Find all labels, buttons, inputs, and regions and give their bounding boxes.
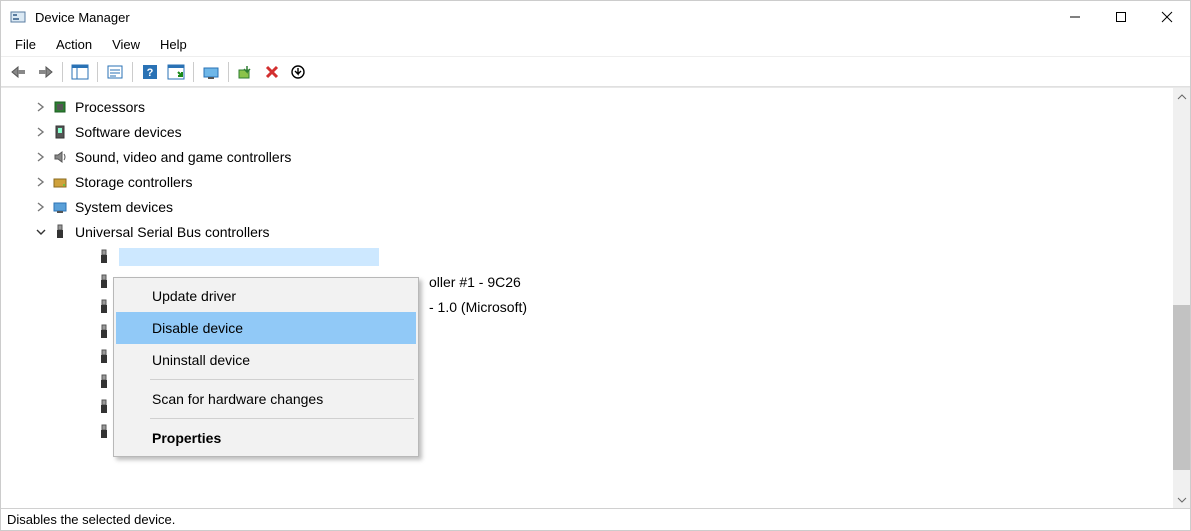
tree-node-label: Processors bbox=[75, 99, 145, 115]
scroll-up-icon[interactable] bbox=[1173, 88, 1190, 105]
status-text: Disables the selected device. bbox=[7, 512, 175, 527]
ctx-item-label: Update driver bbox=[152, 288, 236, 304]
svg-text:?: ? bbox=[147, 67, 154, 79]
chevron-right-icon[interactable] bbox=[33, 149, 49, 165]
ctx-item-label: Uninstall device bbox=[152, 352, 250, 368]
scan-hardware-button[interactable] bbox=[234, 60, 258, 84]
uninstall-button[interactable] bbox=[260, 60, 284, 84]
tree-node-storage[interactable]: Storage controllers bbox=[5, 169, 1169, 194]
window-title: Device Manager bbox=[35, 10, 1052, 25]
storage-icon bbox=[51, 173, 69, 191]
update-driver-button[interactable] bbox=[199, 60, 223, 84]
usb-icon bbox=[95, 323, 113, 341]
ctx-gutter bbox=[116, 422, 146, 454]
scroll-thumb[interactable] bbox=[1173, 305, 1190, 470]
ctx-separator bbox=[150, 418, 414, 419]
tree-node-sound[interactable]: Sound, video and game controllers bbox=[5, 144, 1169, 169]
usb-icon bbox=[95, 398, 113, 416]
vertical-scrollbar[interactable] bbox=[1173, 88, 1190, 508]
ctx-scan-hardware[interactable]: Scan for hardware changes bbox=[116, 383, 416, 415]
back-button[interactable] bbox=[7, 60, 31, 84]
tree-node-label bbox=[119, 248, 379, 266]
usb-icon bbox=[95, 298, 113, 316]
toolbar: ? bbox=[1, 57, 1190, 87]
tree-node-usb-controllers[interactable]: Universal Serial Bus controllers bbox=[5, 219, 1169, 244]
menu-view[interactable]: View bbox=[102, 35, 150, 54]
scroll-track[interactable] bbox=[1173, 105, 1190, 491]
tree-node-label: Software devices bbox=[75, 124, 182, 140]
ctx-properties[interactable]: Properties bbox=[116, 422, 416, 454]
software-device-icon bbox=[51, 123, 69, 141]
menu-file[interactable]: File bbox=[5, 35, 46, 54]
sound-icon bbox=[51, 148, 69, 166]
tree-node-label: Sound, video and game controllers bbox=[75, 149, 291, 165]
ctx-item-label: Disable device bbox=[152, 320, 243, 336]
help-button[interactable]: ? bbox=[138, 60, 162, 84]
toolbar-separator bbox=[97, 62, 98, 82]
statusbar: Disables the selected device. bbox=[1, 508, 1190, 530]
forward-button[interactable] bbox=[33, 60, 57, 84]
usb-icon bbox=[95, 423, 113, 441]
toolbar-separator bbox=[62, 62, 63, 82]
ctx-gutter bbox=[116, 383, 146, 415]
usb-icon bbox=[95, 348, 113, 366]
chevron-right-icon[interactable] bbox=[33, 124, 49, 140]
ctx-separator bbox=[150, 379, 414, 380]
menu-help[interactable]: Help bbox=[150, 35, 197, 54]
usb-icon bbox=[95, 248, 113, 266]
chevron-down-icon[interactable] bbox=[33, 224, 49, 240]
tree-node-label: System devices bbox=[75, 199, 173, 215]
ctx-item-label: Scan for hardware changes bbox=[152, 391, 323, 407]
tree-node-processors[interactable]: Processors bbox=[5, 94, 1169, 119]
toolbar-separator bbox=[228, 62, 229, 82]
show-hide-tree-button[interactable] bbox=[68, 60, 92, 84]
menubar: File Action View Help bbox=[1, 33, 1190, 57]
menu-action[interactable]: Action bbox=[46, 35, 102, 54]
properties-button[interactable] bbox=[103, 60, 127, 84]
ctx-gutter bbox=[116, 344, 146, 376]
toolbar-separator bbox=[193, 62, 194, 82]
usb-icon bbox=[95, 373, 113, 391]
tree-node-usb-device[interactable] bbox=[5, 244, 1169, 269]
tree-node-label: Universal Serial Bus controllers bbox=[75, 224, 270, 240]
tree-node-system-devices[interactable]: System devices bbox=[5, 194, 1169, 219]
usb-icon bbox=[95, 273, 113, 291]
context-menu: Update driver Disable device Uninstall d… bbox=[113, 277, 419, 457]
window-controls bbox=[1052, 1, 1190, 33]
chevron-right-icon[interactable] bbox=[33, 174, 49, 190]
cpu-icon bbox=[51, 98, 69, 116]
app-icon bbox=[9, 8, 27, 26]
system-device-icon bbox=[51, 198, 69, 216]
ctx-update-driver[interactable]: Update driver bbox=[116, 280, 416, 312]
chevron-right-icon[interactable] bbox=[33, 199, 49, 215]
ctx-gutter bbox=[116, 312, 146, 344]
toolbar-separator bbox=[132, 62, 133, 82]
tree-node-software-devices[interactable]: Software devices bbox=[5, 119, 1169, 144]
minimize-button[interactable] bbox=[1052, 1, 1098, 33]
close-button[interactable] bbox=[1144, 1, 1190, 33]
ctx-gutter bbox=[116, 280, 146, 312]
titlebar: Device Manager bbox=[1, 1, 1190, 33]
chevron-right-icon[interactable] bbox=[33, 99, 49, 115]
scroll-down-icon[interactable] bbox=[1173, 491, 1190, 508]
tree-node-label: Storage controllers bbox=[75, 174, 193, 190]
show-hidden-button[interactable] bbox=[164, 60, 188, 84]
usb-icon bbox=[51, 223, 69, 241]
ctx-uninstall-device[interactable]: Uninstall device bbox=[116, 344, 416, 376]
ctx-item-label: Properties bbox=[152, 430, 221, 446]
disable-button[interactable] bbox=[286, 60, 310, 84]
ctx-disable-device[interactable]: Disable device bbox=[116, 312, 416, 344]
maximize-button[interactable] bbox=[1098, 1, 1144, 33]
